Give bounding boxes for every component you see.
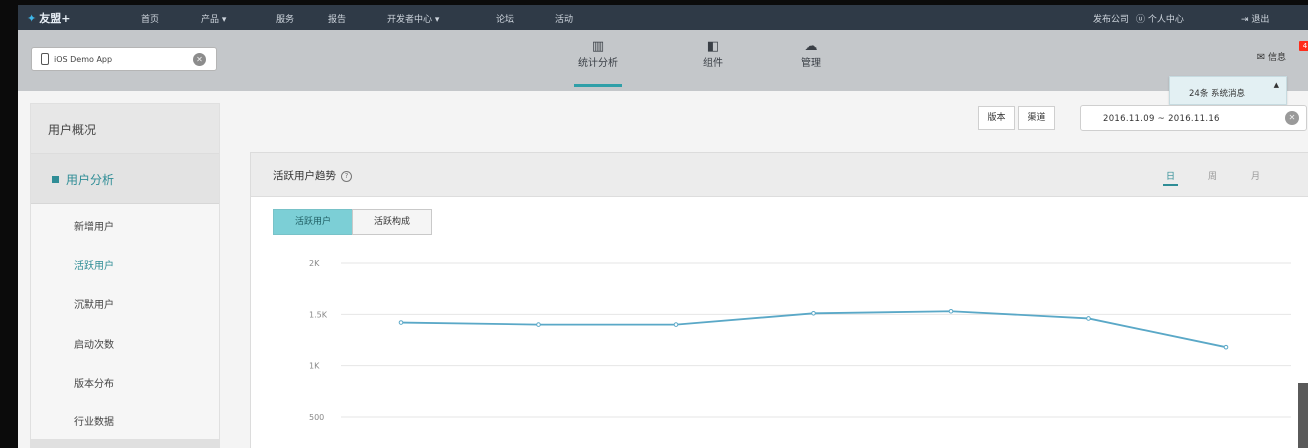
- period-day[interactable]: 日: [1162, 169, 1179, 186]
- date-range-text: 2016.11.09 ~ 2016.11.16: [1103, 114, 1220, 124]
- card-title-text: 活跃用户趋势: [273, 170, 336, 182]
- nav-item-company[interactable]: 发布公司: [1093, 12, 1129, 25]
- app-selector[interactable]: iOS Demo App ✕: [31, 47, 217, 71]
- segment-active-users[interactable]: 活跃用户: [273, 209, 353, 235]
- sidebar-bottom-divider: [31, 439, 219, 447]
- sidebar-section-user-analysis[interactable]: 用户分析: [31, 154, 219, 204]
- nav-item-home[interactable]: 首页: [141, 12, 159, 25]
- logo-icon: ✦: [27, 12, 37, 25]
- period-week[interactable]: 周: [1208, 169, 1217, 182]
- app-name: iOS Demo App: [54, 55, 113, 64]
- expand-arrow-icon: ▲: [1273, 81, 1279, 89]
- sub-header: iOS Demo App ✕ ▥ 统计分析 ◧ 组件 ☁ 管理 ✉ 信息 4: [18, 30, 1308, 91]
- data-point[interactable]: [948, 308, 954, 314]
- message-count-badge: 4: [1298, 41, 1308, 51]
- nav-item-reports[interactable]: 报告: [328, 12, 346, 25]
- sidebar: 用户概况 用户分析 新增用户 活跃用户 沉默用户 启动次数 版本分布 行业数据: [30, 103, 220, 448]
- sidebar-section-overview[interactable]: 用户概况: [31, 104, 219, 154]
- logout-label: 退出: [1251, 15, 1270, 25]
- logout-icon: ⇥: [1241, 15, 1249, 25]
- bar-chart-icon: ▥: [591, 39, 605, 54]
- user-icon: ⓤ: [1136, 15, 1146, 25]
- data-point[interactable]: [1086, 316, 1091, 321]
- line-chart: 2K 1.5K 1K 500: [309, 259, 1291, 422]
- app-window: ✦ 友盟+ 首页 产品 ▾ 服务 报告 开发者中心 ▾ 论坛 活动 发布公司 ⓤ …: [18, 5, 1308, 448]
- nav-item-forum[interactable]: 论坛: [496, 12, 514, 25]
- envelope-icon: ✉: [1256, 52, 1266, 63]
- nav-item-products[interactable]: 产品 ▾: [201, 12, 226, 25]
- active-user-trend-card: 活跃用户趋势? 日 周 月 活跃用户 活跃构成 2K 1.5K 1K 500: [250, 152, 1308, 448]
- sidebar-item-active-users[interactable]: 活跃用户: [74, 257, 114, 272]
- card-title: 活跃用户趋势?: [273, 168, 352, 183]
- messages-label: 信息: [1267, 53, 1286, 63]
- logo[interactable]: ✦ 友盟+: [27, 10, 70, 26]
- tooltip-text: 24条 系统消息: [1189, 89, 1246, 99]
- tab-components[interactable]: ◧ 组件: [673, 39, 753, 69]
- messages-button[interactable]: ✉ 信息 4: [1256, 41, 1308, 63]
- tab-analytics-label: 统计分析: [578, 58, 618, 69]
- y-tick-label: 2K: [309, 259, 320, 268]
- data-point[interactable]: [811, 311, 816, 316]
- sidebar-item-industry-data[interactable]: 行业数据: [74, 413, 114, 428]
- sidebar-item-new-users[interactable]: 新增用户: [74, 218, 114, 233]
- card-header: 活跃用户趋势? 日 周 月: [251, 153, 1308, 197]
- tab-components-label: 组件: [703, 58, 723, 69]
- system-message-tooltip[interactable]: 24条 系统消息 ▲: [1169, 76, 1287, 105]
- cloud-icon: ☁: [804, 39, 818, 54]
- period-month[interactable]: 月: [1251, 169, 1260, 182]
- data-point[interactable]: [398, 320, 404, 325]
- y-tick-label: 1.5K: [309, 310, 328, 319]
- data-point[interactable]: [1223, 344, 1229, 350]
- date-range-picker[interactable]: 2016.11.09 ~ 2016.11.16 ✕: [1080, 105, 1307, 131]
- feedback-side-tab[interactable]: [1298, 383, 1308, 448]
- nav-item-services[interactable]: 服务: [276, 12, 294, 25]
- component-icon: ◧: [706, 39, 720, 54]
- tab-manage[interactable]: ☁ 管理: [771, 39, 851, 69]
- section-marker-icon: [52, 176, 59, 183]
- clear-date-icon[interactable]: ✕: [1285, 111, 1299, 125]
- y-tick-label: 1K: [309, 362, 320, 371]
- series-line: [400, 310, 1227, 349]
- data-point[interactable]: [673, 322, 679, 327]
- y-tick-label: 500: [309, 413, 324, 422]
- logout[interactable]: ⇥ 退出: [1241, 12, 1269, 25]
- sidebar-item-launches[interactable]: 启动次数: [74, 336, 114, 351]
- logo-text: 友盟+: [39, 12, 71, 25]
- tab-analytics[interactable]: ▥ 统计分析: [558, 39, 638, 87]
- sidebar-item-versions[interactable]: 版本分布: [74, 375, 114, 390]
- sidebar-section-label: 用户分析: [66, 173, 115, 187]
- clear-app-icon[interactable]: ✕: [193, 53, 206, 66]
- version-filter-button[interactable]: 版本: [978, 106, 1015, 130]
- segment-active-composition[interactable]: 活跃构成: [352, 209, 432, 235]
- top-nav: ✦ 友盟+ 首页 产品 ▾ 服务 报告 开发者中心 ▾ 论坛 活动 发布公司 ⓤ …: [18, 5, 1308, 30]
- phone-icon: [41, 53, 49, 65]
- data-point[interactable]: [536, 322, 541, 327]
- channel-filter-button[interactable]: 渠道: [1018, 106, 1055, 130]
- sidebar-item-silent-users[interactable]: 沉默用户: [74, 296, 114, 311]
- help-icon[interactable]: ?: [341, 171, 352, 182]
- user-center[interactable]: ⓤ 个人中心: [1136, 12, 1184, 25]
- nav-item-dev-center[interactable]: 开发者中心 ▾: [387, 12, 439, 25]
- tab-manage-label: 管理: [801, 58, 821, 69]
- user-center-label: 个人中心: [1147, 15, 1184, 25]
- nav-item-events[interactable]: 活动: [555, 12, 573, 25]
